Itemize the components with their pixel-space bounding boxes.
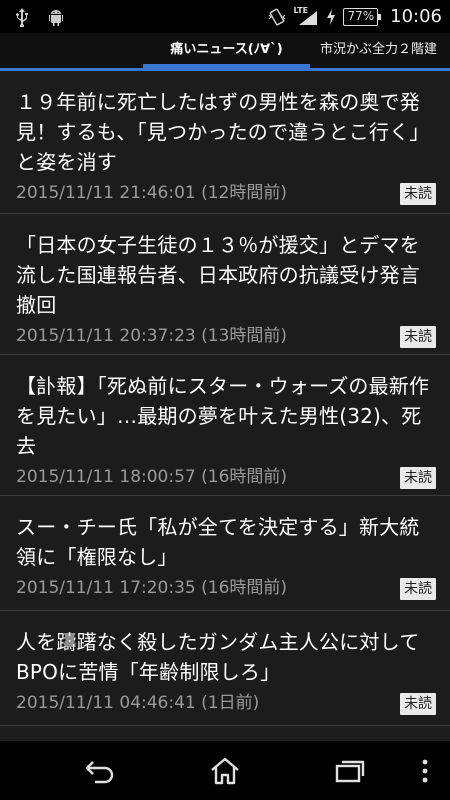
- news-title: １９年前に死亡したはずの男性を森の奥で発見！するも、「見つかったので違うとこ行く…: [16, 90, 430, 174]
- recent-apps-icon: [335, 760, 365, 783]
- battery-indicator: 77%: [343, 7, 381, 26]
- unread-badge: 未読: [400, 326, 436, 348]
- news-title: 【訃報】「死ぬ前にスター・ウォーズの最新作を見たい」…最期の夢を叶えた男性(32…: [16, 374, 430, 458]
- unread-badge: 未読: [400, 467, 436, 489]
- news-title: 人を躊躇なく殺したガンダム主人公に対してBPOに苦情「年齢制限しろ」: [16, 630, 420, 684]
- tab-strip: 痛いニュース(ﾉ∀`) 市況かぶ全力２階建: [0, 33, 450, 71]
- list-item[interactable]: １９年前に死亡したはずの男性を森の奥で発見！するも、「見つかったので違うとこ行く…: [0, 71, 450, 214]
- app-root: LTE 77% 10:06 痛いニュース(ﾉ∀`) 市況かぶ全力２階建 １９年前…: [0, 0, 450, 800]
- clock: 10:06: [390, 6, 442, 27]
- charging-icon: [325, 7, 337, 27]
- list-item[interactable]: 【訃報】「死ぬ前にスター・ウォーズの最新作を見たい」…最期の夢を叶えた男性(32…: [0, 355, 450, 496]
- news-date: 2015/11/11 18:00:57 (16時間前): [16, 467, 288, 487]
- unread-badge: 未読: [400, 578, 436, 600]
- status-bar: LTE 77% 10:06: [0, 0, 450, 33]
- vibrate-icon: [267, 7, 287, 27]
- unread-badge: 未読: [400, 183, 436, 205]
- navigation-bar: [0, 741, 450, 800]
- news-title: 「日本の女子生徒の１３％が援交」とデマを流した国連報告者、日本政府の抗議受け発言…: [16, 233, 420, 317]
- back-button[interactable]: [82, 753, 118, 789]
- news-title: スー・チー氏「私が全てを決定する」新大統領に「権限なし」: [16, 515, 420, 569]
- overflow-menu-icon: [422, 759, 428, 783]
- home-icon: [211, 757, 239, 785]
- unread-badge: 未読: [400, 693, 436, 715]
- home-button[interactable]: [207, 753, 243, 789]
- network-type-label: LTE: [293, 5, 309, 15]
- signal-icon: LTE: [293, 5, 319, 27]
- news-list: １９年前に死亡したはずの男性を森の奥で発見！するも、「見つかったので違うとこ行く…: [0, 71, 450, 741]
- news-date: 2015/11/11 20:37:23 (13時間前): [16, 326, 288, 346]
- list-item[interactable]: 「日本の女子生徒の１３％が援交」とデマを流した国連報告者、日本政府の抗議受け発言…: [0, 214, 450, 355]
- usb-icon: [12, 7, 32, 28]
- list-item[interactable]: スー・チー氏「私が全てを決定する」新大統領に「権限なし」 2015/11/11 …: [0, 496, 450, 611]
- tab-itai-news[interactable]: 痛いニュース(ﾉ∀`): [143, 33, 310, 68]
- news-date: 2015/11/11 17:20:35 (16時間前): [16, 578, 288, 598]
- news-date: 2015/11/11 04:46:41 (1日前): [16, 693, 260, 713]
- back-icon: [85, 761, 114, 784]
- list-item[interactable]: 人を躊躇なく殺したガンダム主人公に対してBPOに苦情「年齢制限しろ」 2015/…: [0, 611, 450, 726]
- news-date: 2015/11/11 21:46:01 (12時間前): [16, 183, 288, 203]
- android-icon: [46, 7, 66, 27]
- overflow-menu-button[interactable]: [410, 753, 440, 789]
- recent-apps-button[interactable]: [332, 753, 368, 789]
- tab-shikyou-kabu[interactable]: 市況かぶ全力２階建: [320, 33, 437, 68]
